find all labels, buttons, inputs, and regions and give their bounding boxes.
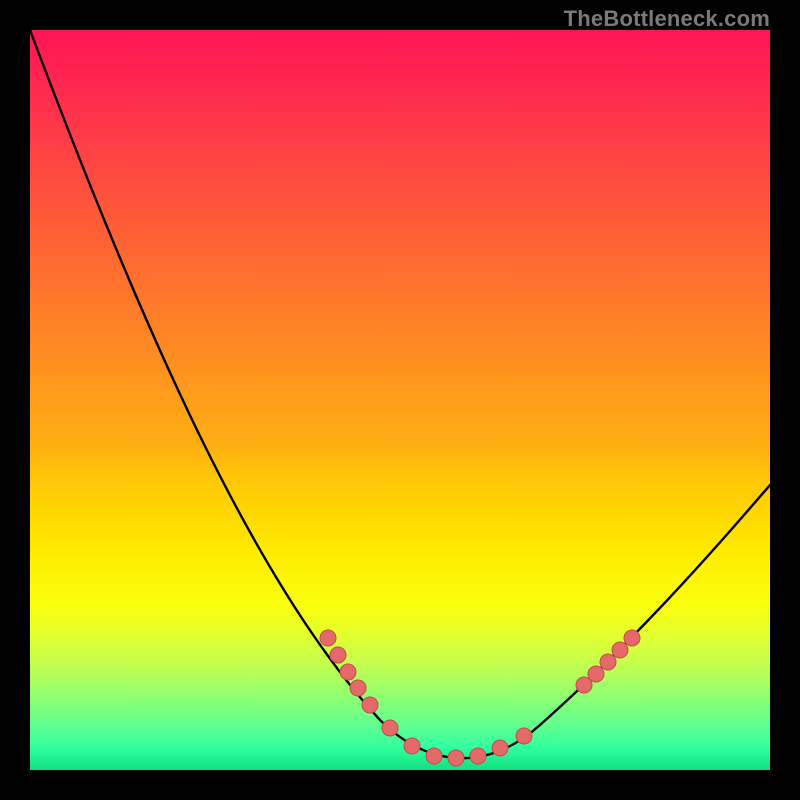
bottleneck-curve	[30, 30, 770, 770]
marker-group	[320, 630, 640, 766]
watermark-text: TheBottleneck.com	[564, 6, 770, 32]
chart-frame: TheBottleneck.com	[0, 0, 800, 800]
curve-path	[30, 30, 770, 758]
